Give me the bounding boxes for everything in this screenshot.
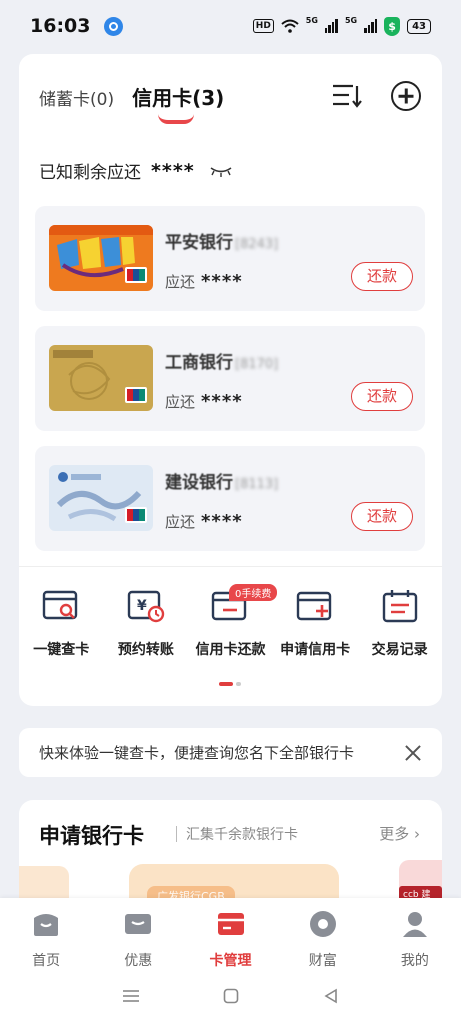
signal-icon-2 — [364, 19, 378, 33]
tab-card-management[interactable]: 卡管理 — [184, 910, 276, 970]
bank-name: 平安银行 [8243] — [165, 233, 279, 253]
battery-icon: 43 — [407, 18, 431, 34]
bank-card-item[interactable]: 建设银行 [8113] 应还 **** 还款 — [35, 446, 425, 551]
svg-text:¥: ¥ — [137, 598, 147, 614]
eye-closed-icon[interactable] — [209, 165, 233, 177]
calendar-record-icon — [382, 590, 417, 623]
bank-name: 工商银行 [8170] — [165, 353, 279, 373]
due-amount: 应还 **** — [165, 391, 243, 412]
tab-wealth[interactable]: 财富 — [277, 910, 369, 970]
icbc-card-image — [49, 345, 153, 411]
func-transaction-records[interactable]: 交易记录 — [357, 589, 442, 659]
repay-button[interactable]: 还款 — [351, 382, 413, 411]
zero-fee-badge: 0手续费 — [229, 584, 278, 601]
card-number: [8243] — [235, 237, 279, 252]
tab-debit-card[interactable]: 储蓄卡(0) — [39, 85, 114, 110]
bank-card-item[interactable]: 平安银行 [8243] 应还 **** 还款 — [35, 206, 425, 311]
card-number: [8170] — [235, 357, 279, 372]
home-square-icon[interactable] — [223, 988, 239, 1004]
card-type-tabs: 储蓄卡(0) 信用卡(3) — [39, 82, 224, 111]
coupon-icon — [125, 914, 152, 934]
page-indicator — [219, 682, 241, 686]
security-shield-icon: $ — [384, 16, 401, 36]
sort-icon[interactable] — [332, 83, 362, 109]
tip-text: 快来体验一键查卡，便捷查询您名下全部银行卡 — [39, 744, 355, 762]
card-management-panel: 储蓄卡(0) 信用卡(3) 已知剩余应还 **** 平安银行 [8243] 应还… — [19, 54, 442, 706]
bank-card-item[interactable]: 工商银行 [8170] 应还 **** 还款 — [35, 326, 425, 431]
page-dot — [236, 682, 241, 686]
card-manage-icon — [217, 913, 244, 935]
app-notification-icon — [104, 16, 124, 36]
wealth-icon — [309, 911, 336, 937]
system-nav-bar — [0, 984, 461, 1008]
remaining-due-summary: 已知剩余应还 **** — [39, 158, 233, 183]
add-card-icon[interactable] — [391, 81, 421, 111]
ccb-card-image — [49, 465, 153, 531]
profile-icon — [402, 912, 427, 937]
pingan-card-image — [49, 225, 153, 291]
status-bar: 16:03 HD 5G 5G $ 43 — [0, 0, 461, 52]
bank-name: 建设银行 [8113] — [165, 473, 279, 493]
title-separator — [176, 826, 177, 842]
hd-icon: HD — [252, 19, 274, 33]
scheduled-transfer-icon: ¥ — [127, 590, 165, 623]
tab-credit-card[interactable]: 信用卡(3) — [132, 82, 224, 111]
func-card-search[interactable]: 一键查卡 — [19, 589, 104, 659]
close-icon[interactable] — [404, 744, 422, 762]
apply-section-subtitle: 汇集千余款银行卡 — [186, 827, 298, 843]
func-scheduled-transfer[interactable]: ¥ 预约转账 — [104, 589, 189, 659]
card-search-icon — [43, 590, 78, 620]
network-5g-label-2: 5G — [344, 15, 358, 25]
card-number: [8113] — [235, 477, 279, 492]
status-icons: HD 5G 5G $ 43 — [252, 15, 431, 36]
func-apply-credit-card[interactable]: 申请信用卡 — [273, 589, 358, 659]
due-amount: 应还 **** — [165, 271, 243, 292]
repay-button[interactable]: 还款 — [351, 502, 413, 531]
tab-profile[interactable]: 我的 — [369, 910, 461, 970]
active-tab-indicator — [158, 114, 194, 124]
tip-banner[interactable]: 快来体验一键查卡，便捷查询您名下全部银行卡 — [19, 728, 442, 777]
remaining-due-label: 已知剩余应还 — [39, 163, 141, 183]
card-apply-icon — [296, 591, 332, 621]
section-divider — [19, 566, 442, 567]
remaining-due-amount: **** — [151, 159, 195, 182]
tab-home[interactable]: 首页 — [0, 910, 92, 970]
signal-icon-1 — [324, 19, 338, 33]
more-link[interactable]: 更多 › — [379, 823, 420, 844]
due-amount: 应还 **** — [165, 511, 243, 532]
apply-section-title: 申请银行卡 — [39, 824, 144, 848]
repay-button[interactable]: 还款 — [351, 262, 413, 291]
tab-offers[interactable]: 优惠 — [92, 910, 184, 970]
home-icon — [34, 914, 59, 936]
menu-icon[interactable] — [122, 989, 140, 1003]
status-time: 16:03 — [30, 15, 91, 37]
wifi-icon — [281, 19, 299, 33]
page-dot-active — [219, 682, 233, 686]
back-icon[interactable] — [323, 988, 339, 1004]
network-5g-label-1: 5G — [305, 15, 318, 25]
